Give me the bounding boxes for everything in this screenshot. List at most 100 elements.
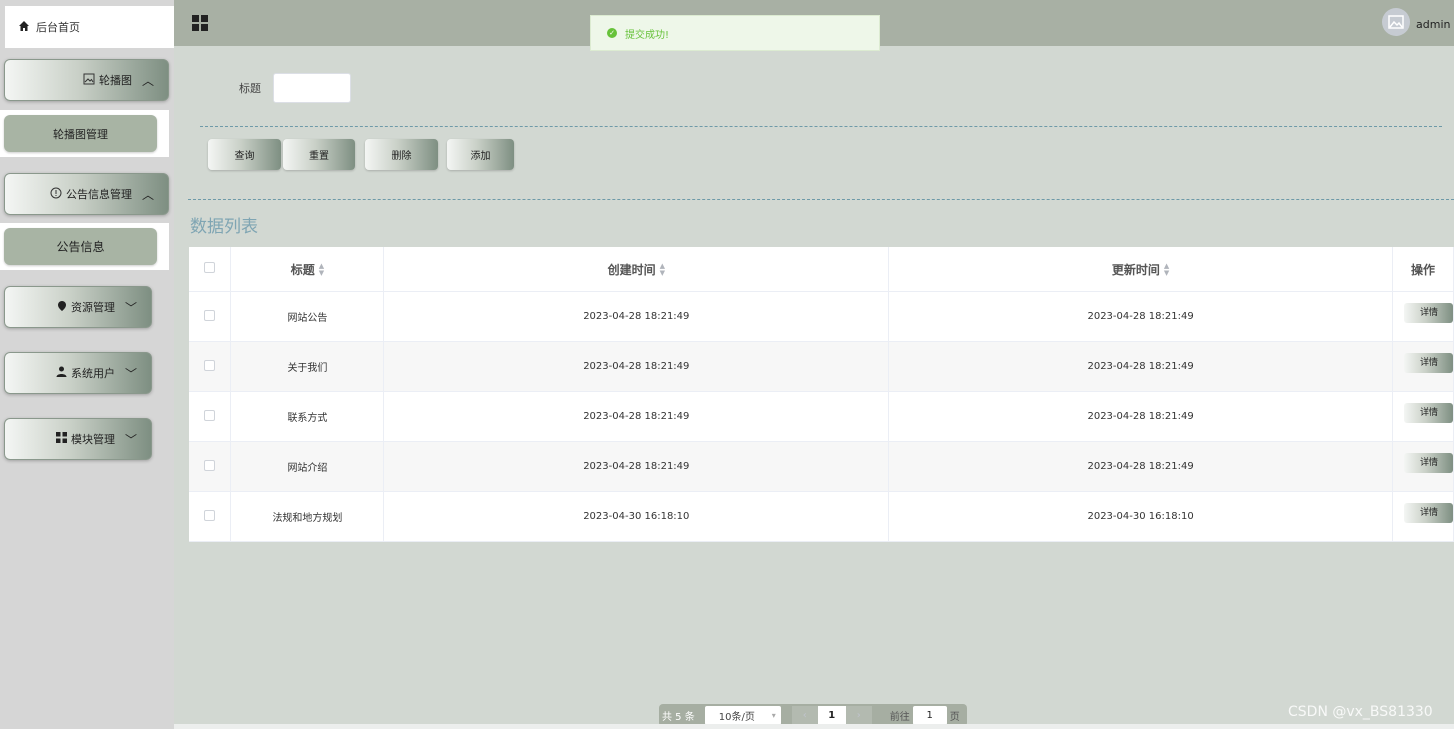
row-checkbox[interactable] [204, 509, 216, 521]
select-all-cell [189, 247, 232, 292]
divider [188, 199, 1454, 200]
sidebar-item-home[interactable]: 后台首页 [5, 6, 174, 48]
page-size-value: 10条/页 [718, 712, 755, 723]
cell-updated: 2023-04-28 18:21:49 [888, 291, 1393, 342]
page-unit-label: 页 [949, 712, 960, 723]
sidebar: 后台首页 轮播图 ︿ 轮播图管理 公告信息管理 ︿ 公告信息 资源管理 ﹀ 系统… [0, 0, 174, 729]
sidebar-group-notice[interactable]: 公告信息管理 ︿ [4, 173, 169, 215]
cell-updated: 2023-04-28 18:21:49 [888, 441, 1393, 492]
cell-title: 联系方式 [230, 391, 385, 442]
avatar[interactable] [1382, 8, 1410, 36]
row-checkbox[interactable] [204, 459, 216, 471]
user-icon [56, 366, 67, 380]
prev-page-button[interactable]: ‹ [791, 706, 818, 725]
table-row: 网站介绍 2023-04-28 18:21:49 2023-04-28 18:2… [189, 441, 1454, 492]
chevron-down-icon: ﹀ [125, 432, 138, 447]
column-header-actions: 操作 [1392, 247, 1454, 292]
cell-title: 关于我们 [230, 341, 385, 392]
select-all-checkbox[interactable] [204, 262, 216, 273]
table-row: 网站公告 2023-04-28 18:21:49 2023-04-28 18:2… [189, 291, 1454, 342]
sort-icon[interactable]: ▲ ▼ [1164, 263, 1169, 277]
cell-actions: 详情 [1392, 291, 1454, 342]
sidebar-group-users[interactable]: 系统用户 ﹀ [4, 352, 152, 394]
table-row: 法规和地方规划 2023-04-30 16:18:10 2023-04-30 1… [189, 491, 1454, 542]
chevron-down-icon: ﹀ [125, 366, 138, 381]
sidebar-group-modules[interactable]: 模块管理 ﹀ [4, 418, 152, 460]
sidebar-item-carousel-management[interactable]: 轮播图管理 [4, 115, 157, 152]
chevron-down-icon: ﹀ [125, 300, 138, 315]
image-icon [83, 73, 95, 88]
watermark: CSDN @vx_BS81330 [1288, 704, 1433, 720]
check-circle-icon: ✓ [607, 28, 617, 38]
column-header-created[interactable]: 创建时间 ▲ ▼ [383, 247, 890, 292]
sidebar-item-label: 公告信息 [56, 240, 105, 254]
sidebar-group-carousel[interactable]: 轮播图 ︿ [4, 59, 169, 101]
submenu-notice: 公告信息 [0, 223, 169, 270]
cell-title: 网站介绍 [230, 441, 385, 492]
sidebar-group-label: 轮播图 [99, 74, 132, 87]
total-count: 共 5 条 [662, 712, 695, 723]
detail-button[interactable]: 详情 [1404, 502, 1454, 523]
column-header-updated[interactable]: 更新时间 ▲ ▼ [888, 247, 1393, 292]
row-select-cell [189, 491, 232, 542]
goto-page-input[interactable]: 1 [912, 706, 947, 725]
add-button[interactable]: 添加 [447, 139, 514, 170]
goto-label: 前往 [889, 712, 910, 723]
sidebar-group-label: 系统用户 [71, 367, 115, 380]
sort-icon[interactable]: ▲ ▼ [660, 263, 665, 277]
query-button[interactable]: 查询 [208, 139, 281, 170]
menu-toggle-icon[interactable] [192, 15, 208, 31]
grid-icon [56, 432, 67, 446]
table-header-row: 标题 ▲ ▼ 创建时间 ▲ ▼ 更新时间 ▲ ▼ 操作 [189, 247, 1454, 292]
page-size-select[interactable]: 10条/页 ▾ [704, 706, 781, 725]
row-checkbox[interactable] [204, 309, 216, 321]
chevron-up-icon: ︿ [142, 187, 155, 202]
location-pin-icon [57, 300, 67, 315]
detail-button[interactable]: 详情 [1404, 452, 1454, 473]
divider [200, 126, 1442, 127]
title-search-label: 标题 [239, 82, 261, 95]
row-select-cell [189, 441, 232, 492]
cell-updated: 2023-04-28 18:21:49 [888, 391, 1393, 442]
detail-button[interactable]: 详情 [1404, 302, 1454, 323]
info-circle-icon [50, 187, 62, 202]
sidebar-group-label: 公告信息管理 [66, 188, 132, 201]
detail-button[interactable]: 详情 [1404, 402, 1454, 423]
row-select-cell [189, 391, 232, 442]
cell-created: 2023-04-28 18:21:49 [383, 341, 890, 392]
cell-created: 2023-04-28 18:21:49 [383, 441, 890, 492]
column-header-title[interactable]: 标题 ▲ ▼ [230, 247, 385, 292]
cell-actions: 详情 [1392, 341, 1454, 392]
sidebar-item-notice[interactable]: 公告信息 [4, 228, 157, 265]
cell-created: 2023-04-28 18:21:49 [383, 391, 890, 442]
row-select-cell [189, 291, 232, 342]
row-checkbox[interactable] [204, 359, 216, 371]
detail-button[interactable]: 详情 [1404, 352, 1454, 373]
sort-icon[interactable]: ▲ ▼ [319, 263, 324, 277]
page-number[interactable]: 1 [817, 706, 846, 725]
sidebar-group-resources[interactable]: 资源管理 ﹀ [4, 286, 152, 328]
bottom-bar [174, 724, 1454, 729]
cell-title: 法规和地方规划 [230, 491, 385, 542]
username[interactable]: admin [1416, 18, 1450, 31]
data-table: 标题 ▲ ▼ 创建时间 ▲ ▼ 更新时间 ▲ ▼ 操作 网站公告 2023-04-28 18… [189, 247, 1454, 542]
column-label: 更新时间 [1111, 262, 1160, 277]
delete-button[interactable]: 删除 [365, 139, 438, 170]
table-row: 联系方式 2023-04-28 18:21:49 2023-04-28 18:2… [189, 391, 1454, 442]
column-label: 标题 [290, 262, 315, 277]
row-checkbox[interactable] [204, 409, 216, 421]
row-select-cell [189, 341, 232, 392]
table-row: 关于我们 2023-04-28 18:21:49 2023-04-28 18:2… [189, 341, 1454, 392]
sidebar-item-label: 后台首页 [36, 21, 80, 34]
cell-actions: 详情 [1392, 441, 1454, 492]
title-search-input[interactable] [273, 73, 351, 103]
image-icon [1388, 15, 1404, 29]
cell-created: 2023-04-30 16:18:10 [383, 491, 890, 542]
chevron-up-icon: ︿ [142, 73, 155, 88]
toast-message: 提交成功! [625, 29, 670, 41]
cell-updated: 2023-04-30 16:18:10 [888, 491, 1393, 542]
reset-button[interactable]: 重置 [283, 139, 355, 170]
next-page-button[interactable]: › [845, 706, 872, 725]
cell-actions: 详情 [1392, 391, 1454, 442]
sidebar-group-label: 模块管理 [71, 433, 115, 446]
